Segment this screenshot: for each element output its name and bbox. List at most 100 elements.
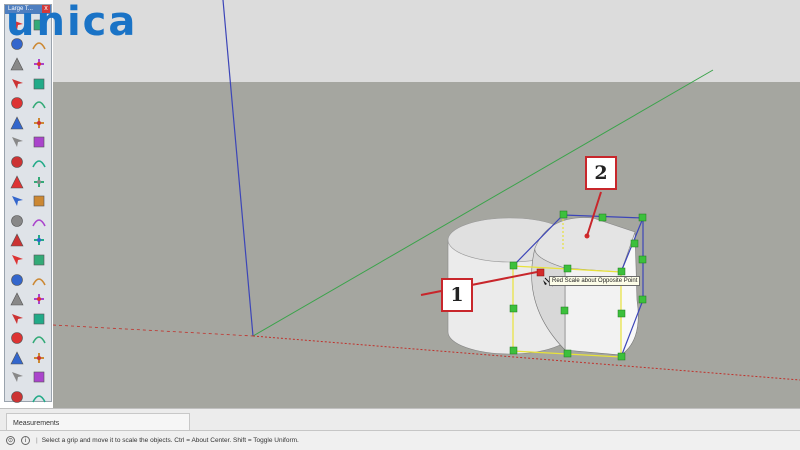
- measurements-label: Measurements: [13, 420, 60, 427]
- follow-me-icon[interactable]: [28, 172, 50, 192]
- rotated-rectangle-icon[interactable]: [28, 74, 50, 94]
- circle-icon[interactable]: [6, 93, 28, 113]
- look-around-icon-glyph: [10, 351, 24, 365]
- rotated-rectangle-icon-glyph: [33, 78, 45, 89]
- axes-icon[interactable]: [6, 250, 28, 270]
- move-icon[interactable]: [6, 152, 28, 172]
- pan-icon[interactable]: [28, 270, 50, 290]
- polygon-icon[interactable]: [28, 93, 50, 113]
- arc-icon[interactable]: [6, 113, 28, 133]
- grip[interactable]: [638, 213, 647, 222]
- large-tool-set-toolbar: Large T... x: [4, 4, 52, 403]
- section-plane-icon[interactable]: [28, 348, 50, 368]
- scale-tooltip: Red Scale about Opposite Point: [549, 276, 641, 286]
- grip[interactable]: [509, 304, 518, 313]
- previous-view-icon-glyph: [33, 313, 45, 325]
- pie-icon[interactable]: [6, 133, 28, 153]
- rectangle-icon-glyph: [12, 78, 23, 89]
- zoom-window-icon-glyph: [34, 294, 44, 305]
- offset-icon-glyph: [33, 195, 45, 207]
- grip[interactable]: [560, 306, 569, 315]
- blue-axis: [222, 0, 254, 337]
- walk-icon[interactable]: [28, 329, 50, 349]
- modeling-viewport[interactable]: Red Scale about Opposite Point 1 2: [53, 0, 800, 408]
- red-axis-negative: [53, 324, 254, 337]
- scale-icon[interactable]: [6, 191, 28, 211]
- callout-2: 2: [585, 156, 617, 190]
- freehand-icon[interactable]: [28, 54, 50, 74]
- 3d-text-icon[interactable]: [28, 250, 50, 270]
- grip[interactable]: [617, 309, 626, 318]
- status-text: Select a grip and move it to scale the o…: [41, 437, 299, 444]
- section-plane-icon-glyph: [34, 352, 44, 363]
- walk-icon-glyph: [32, 336, 46, 344]
- rotate-icon[interactable]: [6, 172, 28, 192]
- callout-1: 1: [441, 278, 473, 312]
- zoom-icon[interactable]: [6, 289, 28, 309]
- grip[interactable]: [617, 267, 626, 276]
- scale-icon-glyph: [12, 196, 23, 207]
- pie-icon-glyph: [12, 137, 23, 148]
- warehouse-icon-glyph: [11, 391, 23, 403]
- grip[interactable]: [559, 210, 568, 219]
- text-icon[interactable]: [28, 231, 50, 251]
- info-icon[interactable]: i: [21, 436, 30, 445]
- geo-location-icon[interactable]: ⊙: [6, 436, 15, 445]
- arc2-icon[interactable]: [28, 113, 50, 133]
- grip[interactable]: [509, 261, 518, 270]
- rotate-icon-glyph: [10, 174, 24, 188]
- zoom-window-icon[interactable]: [28, 289, 50, 309]
- polygon-icon-glyph: [32, 101, 46, 109]
- active-grip[interactable]: [536, 268, 545, 277]
- look-around-icon[interactable]: [6, 348, 28, 368]
- 3d-text-icon-glyph: [33, 254, 45, 266]
- status-separator: |: [36, 437, 38, 444]
- materials-icon-glyph: [33, 372, 45, 383]
- grip[interactable]: [509, 346, 518, 355]
- move-icon-glyph: [11, 156, 23, 168]
- grip[interactable]: [563, 264, 572, 273]
- offset-icon[interactable]: [28, 191, 50, 211]
- extension-icon[interactable]: [28, 387, 50, 407]
- pan-icon-glyph: [32, 277, 46, 285]
- zoom-extents-icon-glyph: [12, 313, 23, 324]
- rectangle-icon[interactable]: [6, 74, 28, 94]
- grip[interactable]: [638, 255, 647, 264]
- position-camera-icon-glyph: [11, 332, 23, 345]
- freehand-icon-glyph: [34, 58, 44, 69]
- grip[interactable]: [563, 349, 572, 358]
- scene-canvas: [53, 0, 800, 381]
- grip[interactable]: [630, 239, 639, 248]
- text-icon-glyph: [34, 235, 44, 246]
- three-point-arc-icon-glyph: [33, 137, 45, 148]
- zoom-icon-glyph: [10, 292, 24, 306]
- extension-icon-glyph: [32, 395, 46, 403]
- arc-icon-glyph: [10, 116, 24, 130]
- grip[interactable]: [598, 213, 607, 222]
- three-point-arc-icon[interactable]: [28, 133, 50, 153]
- axes-icon-glyph: [12, 254, 23, 265]
- previous-view-icon[interactable]: [28, 309, 50, 329]
- push-pull-icon-glyph: [32, 160, 46, 168]
- line-icon[interactable]: [6, 54, 28, 74]
- materials-icon[interactable]: [28, 368, 50, 388]
- protractor-icon[interactable]: [6, 231, 28, 251]
- grip[interactable]: [617, 352, 626, 361]
- grip[interactable]: [638, 295, 647, 304]
- push-pull-icon[interactable]: [28, 152, 50, 172]
- tape-measure-icon[interactable]: [6, 211, 28, 231]
- measurements-box[interactable]: Measurements: [6, 413, 190, 431]
- zoom-extents-icon[interactable]: [6, 309, 28, 329]
- toolbar-grid: [5, 14, 51, 408]
- follow-me-icon-glyph: [34, 176, 44, 187]
- orbit-icon[interactable]: [6, 270, 28, 290]
- line-icon-glyph: [10, 57, 24, 71]
- components-icon[interactable]: [6, 368, 28, 388]
- arc2-icon-glyph: [34, 117, 44, 128]
- tape-measure-icon-glyph: [11, 214, 23, 227]
- orbit-icon-glyph: [11, 273, 23, 286]
- dimension-icon[interactable]: [28, 211, 50, 231]
- position-camera-icon[interactable]: [6, 329, 28, 349]
- measurements-bar: Measurements: [0, 408, 800, 431]
- warehouse-icon[interactable]: [6, 387, 28, 407]
